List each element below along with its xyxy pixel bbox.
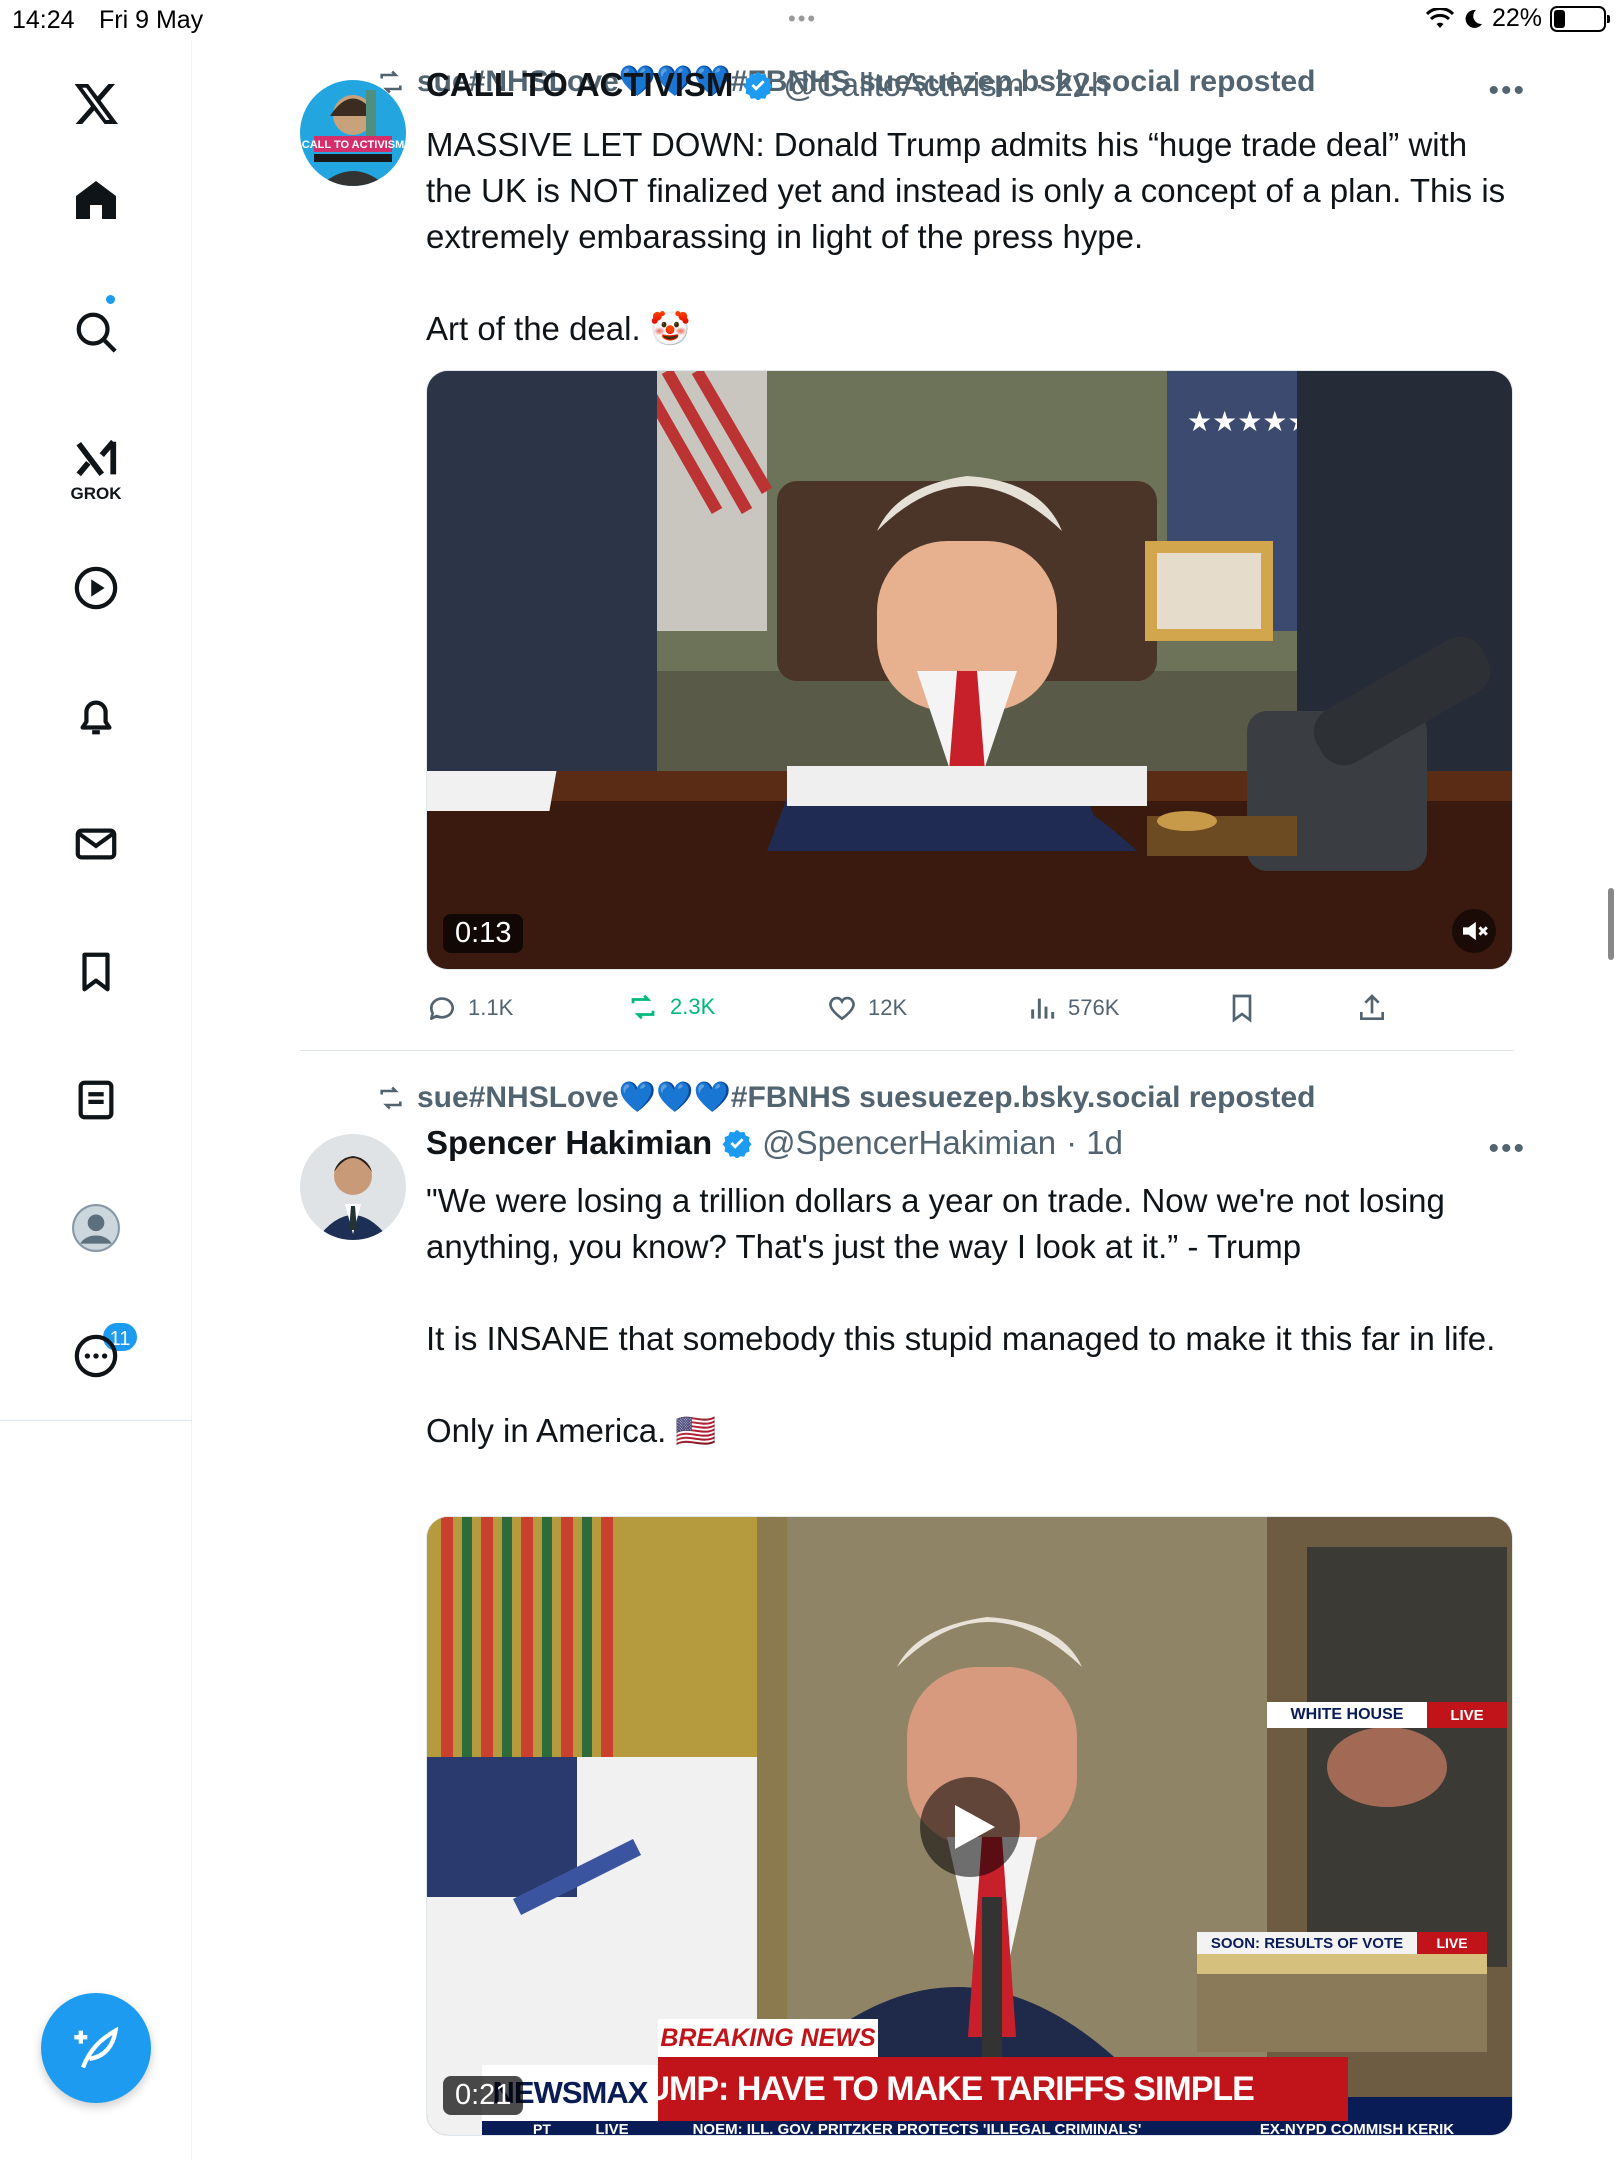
svg-text:CALL TO ACTIVISM: CALL TO ACTIVISM <box>302 139 404 151</box>
repost-icon <box>380 1086 402 1109</box>
soon-live-badge: LIVE <box>1417 1932 1487 1954</box>
sidebar: GROK 11 <box>0 40 192 2160</box>
author-handle[interactable]: @SpencerHakimian <box>762 1124 1056 1162</box>
play-circle-icon <box>74 566 118 610</box>
sidebar-divider <box>0 1420 192 1421</box>
profile-avatar-icon <box>72 1204 120 1252</box>
x-logo-icon[interactable] <box>0 64 192 144</box>
reply-button[interactable]: 1.1K <box>426 992 513 1024</box>
nav-videos[interactable] <box>0 548 192 628</box>
tweet[interactable]: sue#NHSLove💙💙💙#FBNHS suesuezep.bsky.soci… <box>192 40 1620 1051</box>
bookmark-icon <box>1232 994 1252 1023</box>
nav-home[interactable] <box>0 160 192 306</box>
envelope-icon <box>75 828 117 860</box>
nav-messages[interactable] <box>0 804 192 884</box>
tweet-header: Spencer Hakimian @SpencerHakimian · 1d <box>426 1124 1123 1162</box>
svg-text:★★★★★: ★★★★★ <box>1187 406 1313 437</box>
nav-profile[interactable] <box>0 1188 192 1268</box>
repost-indicator[interactable]: sue#NHSLove💙💙💙#FBNHS suesuezep.bsky.soci… <box>375 1080 1315 1115</box>
video-duration: 0:21 <box>443 2076 524 2115</box>
nav-notifications[interactable]: 11 <box>0 676 192 1353</box>
grok-icon <box>76 439 117 477</box>
ticker-left: PT <box>533 2121 551 2136</box>
tweet-time[interactable]: · 22h <box>1034 66 1109 104</box>
moon-icon <box>1465 9 1482 28</box>
author-name[interactable]: CALL TO ACTIVISM <box>426 66 733 104</box>
video-thumbnail <box>427 1517 1512 2135</box>
news-ticker-right: EX-NYPD COMMISH KERIK <box>1259 2120 1455 2136</box>
news-headline: TRUMP: HAVE TO MAKE TARIFFS SIMPLE <box>602 2069 1255 2108</box>
nav-more[interactable] <box>0 1316 192 1396</box>
nav-lists[interactable] <box>0 1060 192 1140</box>
wifi-icon <box>1425 7 1454 28</box>
compose-feather-icon <box>74 2026 119 2069</box>
repost-count: 2.3K <box>670 994 716 1019</box>
repost-label: sue#NHSLove💙💙💙#FBNHS suesuezep.bsky.soci… <box>417 1081 1316 1114</box>
repost-icon <box>631 994 655 1020</box>
tweet-text: MASSIVE LET DOWN: Donald Trump admits hi… <box>426 126 1506 347</box>
tweet-actions: 1.1K 2.3K 12K 576K <box>426 992 1606 1032</box>
reply-count: 1.1K <box>468 995 514 1020</box>
nav-bookmarks[interactable] <box>0 932 192 1012</box>
nav-grok[interactable]: GROK <box>0 420 192 520</box>
author-name[interactable]: Spencer Hakimian <box>426 1124 712 1162</box>
more-circle-icon <box>74 1334 118 1378</box>
verified-badge-icon <box>744 71 773 100</box>
battery-icon <box>1550 5 1610 32</box>
like-button[interactable]: 12K <box>826 992 907 1024</box>
avatar[interactable] <box>300 1134 406 1240</box>
multitasking-dots[interactable]: ••• <box>788 6 817 32</box>
soon-label: SOON: RESULTS OF VOTE <box>1210 1934 1404 1952</box>
tweet-video[interactable]: WHITE HOUSE LIVE SOON: RESULTS OF VOTE L… <box>426 1516 1513 2136</box>
timeline-feed: sue#NHSLove💙💙💙#FBNHS suesuezep.bsky.soci… <box>192 40 1620 2160</box>
tweet-video[interactable]: ★★★★★ 0:13 <box>426 370 1513 970</box>
video-thumbnail: ★★★★★ <box>427 371 1512 969</box>
share-icon <box>1360 994 1384 1020</box>
bookmark-button[interactable] <box>1226 992 1258 1024</box>
tweet-header: CALL TO ACTIVISM @CalltoActivism · 22h <box>426 66 1109 104</box>
scrollbar[interactable] <box>1608 888 1614 960</box>
repost-button[interactable]: 2.3K <box>626 992 715 1022</box>
more-options-icon[interactable]: ••• <box>1488 1132 1526 1166</box>
home-icon <box>76 181 116 219</box>
tweet-time[interactable]: · 1d <box>1066 1124 1123 1162</box>
like-count: 12K <box>868 995 908 1020</box>
avatar[interactable]: CALL TO ACTIVISM <box>300 80 406 186</box>
verified-badge-icon <box>722 1129 752 1158</box>
bell-icon <box>80 700 112 735</box>
nav-explore[interactable] <box>0 292 192 372</box>
list-document-icon <box>78 1080 114 1120</box>
video-duration: 0:13 <box>443 914 524 953</box>
author-handle[interactable]: @CalltoActivism <box>783 66 1024 104</box>
heart-icon <box>829 996 855 1021</box>
tweet[interactable]: sue#NHSLove💙💙💙#FBNHS suesuezep.bsky.soci… <box>192 1050 1620 2160</box>
status-icons: 22% <box>1425 4 1610 33</box>
view-count: 576K <box>1068 995 1120 1020</box>
share-button[interactable] <box>1356 992 1388 1024</box>
bookmark-icon <box>82 952 110 992</box>
search-icon <box>76 312 117 353</box>
battery-percent: 22% <box>1491 4 1542 32</box>
status-bar: 14:24 Fri 9 May ••• 22% <box>0 0 1620 40</box>
analytics-bars-icon <box>1031 998 1055 1019</box>
status-time: 14:24 <box>12 6 75 34</box>
mute-icon[interactable] <box>1452 909 1496 953</box>
grok-label: GROK <box>70 484 122 503</box>
ticker-live: LIVE <box>595 2120 629 2136</box>
live-badge: LIVE <box>1427 1702 1507 1728</box>
news-ticker: NOEM: ILL. GOV. PRITZKER PROTECTS 'ILLEG… <box>692 2120 1142 2136</box>
status-date: Fri 9 May <box>99 6 204 34</box>
compose-post-button[interactable] <box>41 1993 151 2103</box>
views-button[interactable]: 576K <box>1026 992 1119 1024</box>
breaking-news-label: BREAKING NEWS <box>660 2023 876 2052</box>
more-options-icon[interactable]: ••• <box>1488 74 1526 108</box>
tweet-text: "We were losing a trillion dollars a yea… <box>426 1182 1496 1449</box>
reply-icon <box>429 997 454 1020</box>
white-house-label: WHITE HOUSE <box>1290 1706 1404 1723</box>
